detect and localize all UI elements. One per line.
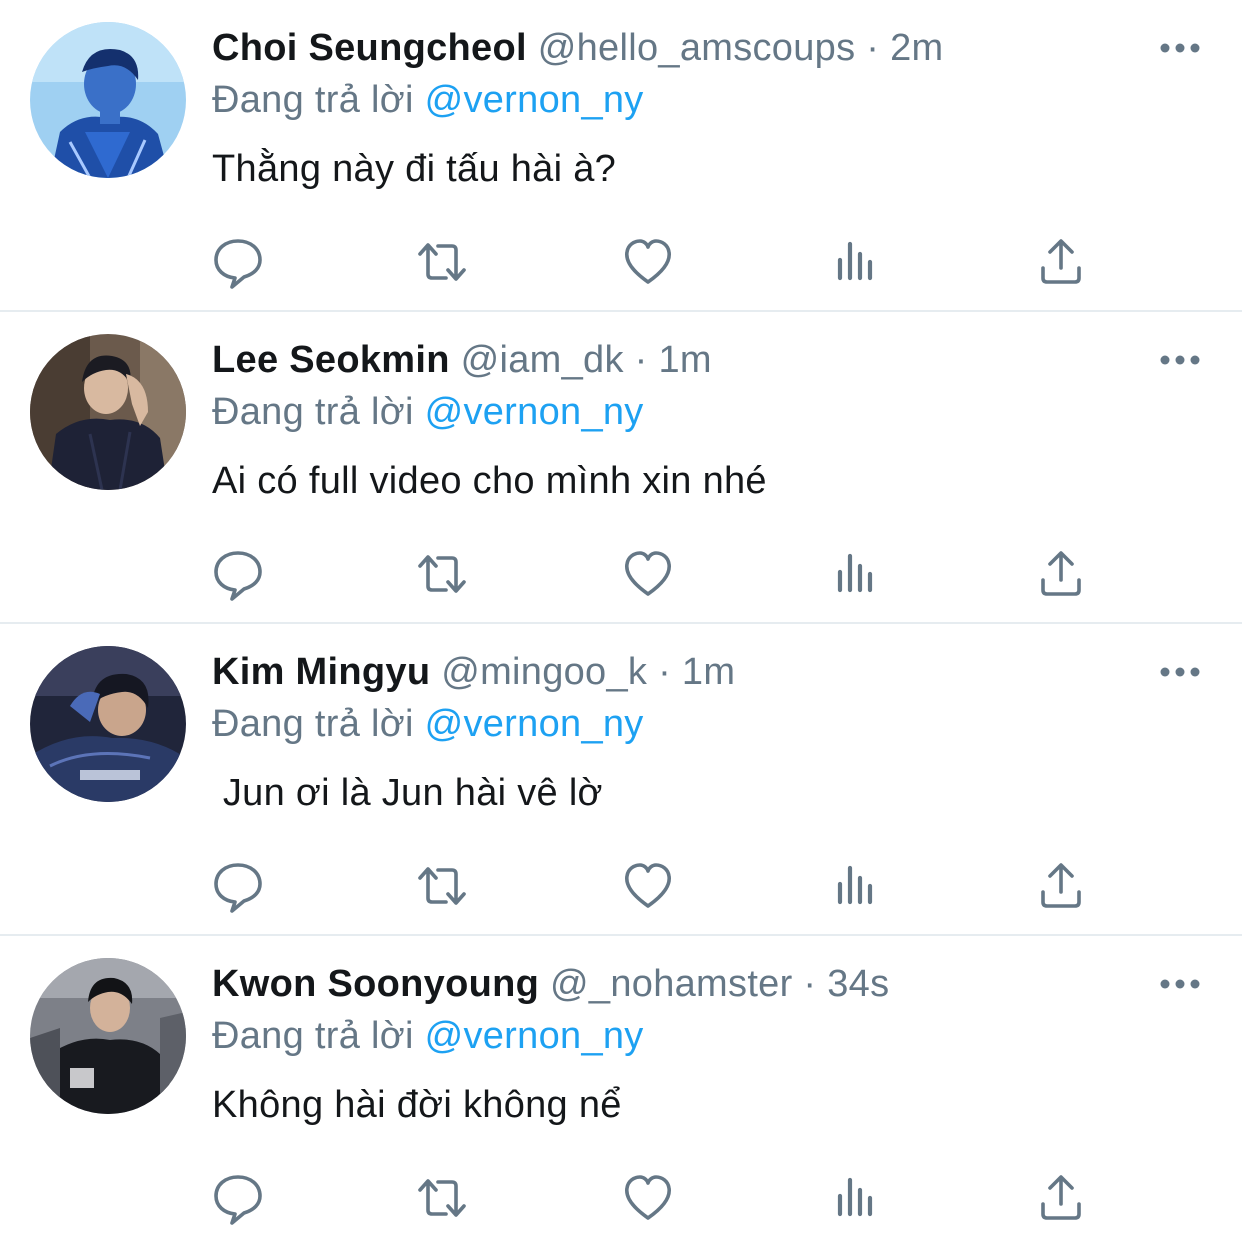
display-name[interactable]: Choi Seungcheol bbox=[212, 27, 527, 69]
heart-icon[interactable] bbox=[618, 544, 678, 604]
handle[interactable]: @iam_dk bbox=[461, 339, 624, 381]
reply-mention-link[interactable]: @vernon_ny bbox=[425, 1015, 644, 1057]
retweet-icon[interactable] bbox=[412, 1168, 472, 1228]
speech-bubble-icon[interactable] bbox=[208, 544, 268, 604]
reply-prefix: Đang trả lời bbox=[212, 79, 425, 121]
timestamp[interactable]: 1m bbox=[658, 339, 711, 381]
handle[interactable]: @mingoo_k bbox=[441, 651, 647, 693]
reply-prefix: Đang trả lời bbox=[212, 1015, 425, 1057]
avatar[interactable] bbox=[30, 334, 186, 490]
reply-context: Đang trả lời @vernon_ny bbox=[212, 388, 644, 436]
share-upload-icon[interactable] bbox=[1031, 544, 1091, 604]
heart-icon[interactable] bbox=[618, 1168, 678, 1228]
tweet-actions bbox=[0, 856, 1242, 916]
tweet-text: Không hài đời không nể bbox=[212, 1084, 622, 1126]
heart-icon[interactable] bbox=[618, 856, 678, 916]
more-dots-icon[interactable] bbox=[1158, 348, 1202, 372]
separator: · bbox=[623, 339, 659, 381]
separator: · bbox=[792, 963, 828, 1005]
reply-mention-link[interactable]: @vernon_ny bbox=[425, 79, 644, 121]
reply-context: Đang trả lời @vernon_ny bbox=[212, 700, 644, 748]
bar-chart-icon[interactable] bbox=[826, 1168, 886, 1228]
avatar[interactable] bbox=[30, 958, 186, 1114]
share-upload-icon[interactable] bbox=[1031, 856, 1091, 916]
more-dots-icon[interactable] bbox=[1158, 972, 1202, 996]
bar-chart-icon[interactable] bbox=[826, 232, 886, 292]
handle[interactable]: @hello_amscoups bbox=[538, 27, 856, 69]
tweet-header: Kim Mingyu @mingoo_k · 1m bbox=[212, 648, 735, 696]
tweet-actions bbox=[0, 232, 1242, 292]
reply-context: Đang trả lời @vernon_ny bbox=[212, 1012, 644, 1060]
reply-prefix: Đang trả lời bbox=[212, 391, 425, 433]
more-dots-icon[interactable] bbox=[1158, 660, 1202, 684]
reply-mention-link[interactable]: @vernon_ny bbox=[425, 703, 644, 745]
separator: · bbox=[647, 651, 682, 693]
tweet-actions bbox=[0, 1168, 1242, 1228]
tweet[interactable]: Kim Mingyu @mingoo_k · 1m Đang trả lời @… bbox=[0, 624, 1242, 936]
timestamp[interactable]: 34s bbox=[827, 963, 889, 1005]
timestamp[interactable]: 1m bbox=[682, 651, 735, 693]
tweet-text: Jun ơi là Jun hài vê lờ bbox=[212, 772, 603, 814]
reply-context: Đang trả lời @vernon_ny bbox=[212, 76, 644, 124]
heart-icon[interactable] bbox=[618, 232, 678, 292]
tweet[interactable]: Choi Seungcheol @hello_amscoups · 2m Đan… bbox=[0, 0, 1242, 312]
separator: · bbox=[855, 27, 891, 69]
speech-bubble-icon[interactable] bbox=[208, 232, 268, 292]
avatar[interactable] bbox=[30, 646, 186, 802]
display-name[interactable]: Lee Seokmin bbox=[212, 339, 450, 381]
tweet[interactable]: Kwon Soonyoung @_nohamster · 34s Đang tr… bbox=[0, 936, 1242, 1248]
tweet-text: Ai có full video cho mình xin nhé bbox=[212, 460, 767, 502]
share-upload-icon[interactable] bbox=[1031, 1168, 1091, 1228]
speech-bubble-icon[interactable] bbox=[208, 1168, 268, 1228]
reply-mention-link[interactable]: @vernon_ny bbox=[425, 391, 644, 433]
speech-bubble-icon[interactable] bbox=[208, 856, 268, 916]
display-name[interactable]: Kwon Soonyoung bbox=[212, 963, 539, 1005]
tweet-text: Thằng này đi tấu hài à? bbox=[212, 148, 617, 190]
tweet[interactable]: Lee Seokmin @iam_dk · 1m Đang trả lời @v… bbox=[0, 312, 1242, 624]
share-upload-icon[interactable] bbox=[1031, 232, 1091, 292]
tweet-header: Lee Seokmin @iam_dk · 1m bbox=[212, 336, 712, 384]
retweet-icon[interactable] bbox=[412, 232, 472, 292]
reply-prefix: Đang trả lời bbox=[212, 703, 425, 745]
retweet-icon[interactable] bbox=[412, 856, 472, 916]
retweet-icon[interactable] bbox=[412, 544, 472, 604]
tweet-header: Kwon Soonyoung @_nohamster · 34s bbox=[212, 960, 889, 1008]
more-dots-icon[interactable] bbox=[1158, 36, 1202, 60]
tweet-header: Choi Seungcheol @hello_amscoups · 2m bbox=[212, 24, 943, 72]
handle[interactable]: @_nohamster bbox=[550, 963, 793, 1005]
timestamp[interactable]: 2m bbox=[890, 27, 943, 69]
tweet-actions bbox=[0, 544, 1242, 604]
display-name[interactable]: Kim Mingyu bbox=[212, 651, 430, 693]
bar-chart-icon[interactable] bbox=[826, 544, 886, 604]
bar-chart-icon[interactable] bbox=[826, 856, 886, 916]
avatar[interactable] bbox=[30, 22, 186, 178]
